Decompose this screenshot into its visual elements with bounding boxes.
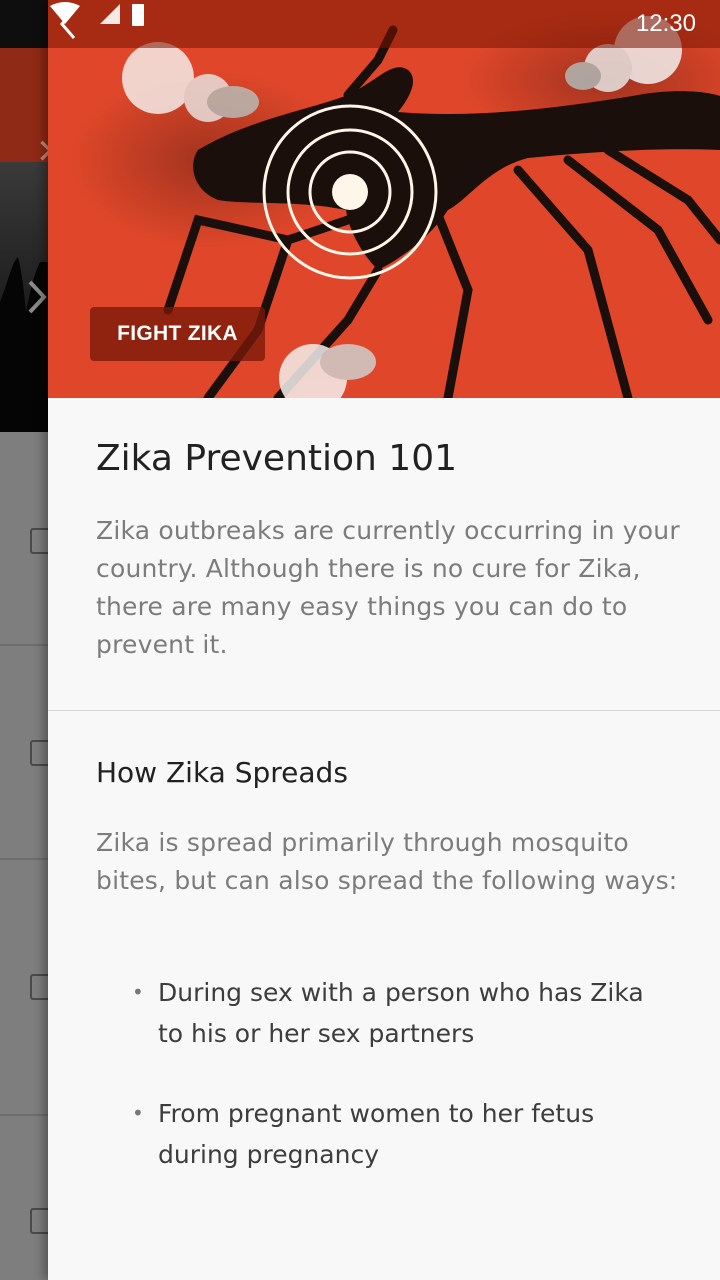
- battery-icon: [132, 4, 144, 26]
- section-text: Zika is spread primarily through mosquit…: [96, 828, 678, 895]
- bullet-text: During sex with a person who has Zika to…: [158, 978, 644, 1048]
- list-item: • From pregnant women to her fetus durin…: [128, 1093, 648, 1175]
- bullet-dot-icon: •: [132, 1101, 144, 1125]
- status-time: 12:30: [635, 10, 696, 37]
- signal-icon: [100, 4, 120, 24]
- chevron-left-icon[interactable]: [48, 0, 88, 48]
- topic-tag[interactable]: FIGHT ZIKA: [90, 307, 265, 361]
- bullet-dot-icon: •: [132, 980, 144, 1004]
- section-divider: [48, 710, 720, 711]
- list-item: • During sex with a person who has Zika …: [128, 972, 648, 1054]
- article-sheet: 12:30 FIGHT ZIKA Zika Prevention 101 Zik…: [48, 0, 720, 1280]
- article-title: Zika Prevention 101: [96, 438, 458, 479]
- status-bar: 12:30: [48, 0, 720, 48]
- bullet-list: • During sex with a person who has Zika …: [128, 972, 648, 1214]
- article-intro: Zika outbreaks are currently occurring i…: [96, 516, 680, 659]
- hero-image: 12:30 FIGHT ZIKA: [48, 0, 720, 398]
- bullet-text: From pregnant women to her fetus during …: [158, 1099, 595, 1169]
- section-title: How Zika Spreads: [96, 756, 348, 789]
